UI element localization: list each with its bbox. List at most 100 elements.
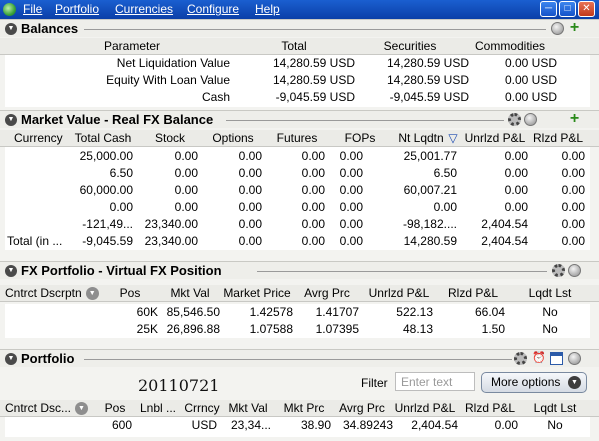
table-row[interactable]: 60,000.00 0.00 0.00 0.00 0.00 60,007.21 0.00 0.… — [5, 182, 590, 199]
col-header-securities[interactable]: Securities — [370, 38, 450, 55]
window-icon[interactable] — [550, 352, 563, 365]
col-header-fops[interactable]: FOPs — [332, 130, 388, 147]
table-row[interactable]: 0.00 0.00 0.00 0.00 0.00 0.00 0.00 0.00 — [5, 199, 590, 216]
cell-rlzd-pl: 0.00 — [561, 183, 585, 197]
col-header-contract-description[interactable]: Cntrct Dsc... ▼ — [5, 400, 101, 417]
col-header-lnbl[interactable]: Lnbl ... — [136, 400, 180, 417]
add-plus-icon[interactable]: + — [568, 20, 581, 36]
table-row[interactable]: 60K 85,546.50 1.42578 1.41707 522.13 66.04 No — [5, 304, 590, 321]
cell-securities: 14,280.59 USD — [386, 56, 469, 70]
cell-rlzd-pl: 0.00 — [561, 200, 585, 214]
menu-currencies[interactable]: Currencies — [115, 2, 173, 16]
alarm-clock-icon[interactable]: ⏰ — [532, 352, 546, 365]
cell-unrlzd-pl: 2,404.54 — [411, 418, 458, 432]
cell-rlzd-pl: 1.50 — [481, 322, 505, 336]
menu-portfolio[interactable]: Portfolio — [55, 2, 99, 16]
cell-options: 0.00 — [238, 166, 262, 180]
col-header-currency[interactable]: Crrncy — [180, 400, 224, 417]
table-row[interactable]: -121,49... 23,340.00 0.00 0.00 0.00 -98,182..… — [5, 216, 590, 233]
menu-configure[interactable]: Configure — [187, 2, 239, 16]
cell-pos: 600 — [111, 418, 132, 432]
col-header-mkt-val[interactable]: Mkt Val — [224, 400, 272, 417]
minimize-button[interactable]: ─ — [540, 1, 557, 17]
filter-input[interactable] — [395, 372, 475, 391]
col-header-futures[interactable]: Futures — [268, 130, 326, 147]
col-header-total[interactable]: Total — [254, 38, 334, 55]
table-row[interactable]: 25,000.00 0.00 0.00 0.00 0.00 25,001.77 0.00 0.… — [5, 148, 590, 165]
more-options-button[interactable]: More options ▼ — [481, 372, 587, 393]
cell-currency: Total (in ... — [7, 234, 63, 248]
gear-icon[interactable] — [552, 264, 565, 277]
col-header-currency[interactable]: Currency — [14, 130, 74, 147]
table-row[interactable]: Total (in ... -9,045.59 23,340.00 0.00 0.00 0… — [5, 233, 590, 250]
table-row[interactable]: Cash -9,045.59 USD -9,045.59 USD 0.00 USD — [5, 89, 590, 106]
col-header-unrlzd-pl[interactable]: Unrlzd P&L — [460, 130, 530, 147]
cell-parameter: Cash — [201, 90, 230, 104]
menu-help[interactable]: Help — [255, 2, 280, 16]
col-header-rlzd-pl[interactable]: Rlzd P&L — [440, 285, 506, 302]
market-value-header: ▼ Market Value - Real FX Balance + — [0, 110, 599, 128]
col-header-rlzd-pl[interactable]: Rlzd P&L — [460, 400, 520, 417]
divider — [226, 120, 504, 121]
col-header-avrg-prc[interactable]: Avrg Prc — [334, 400, 390, 417]
col-header-market-price[interactable]: Market Price — [220, 285, 294, 302]
add-plus-icon[interactable]: + — [568, 111, 581, 127]
col-header-commodities[interactable]: Commodities — [465, 38, 555, 55]
sort-indicator-icon[interactable]: ▽ — [446, 130, 460, 147]
table-row[interactable]: Net Liquidation Value 14,280.59 USD 14,280… — [5, 55, 590, 72]
settings-circle-icon[interactable] — [568, 352, 581, 365]
collapse-portfolio-icon[interactable]: ▼ — [5, 353, 17, 365]
maximize-button[interactable]: □ — [559, 1, 576, 17]
col-header-pos[interactable]: Pos — [98, 400, 132, 417]
col-header-total-cash[interactable]: Total Cash — [70, 130, 136, 147]
col-header-stock[interactable]: Stock — [142, 130, 198, 147]
fx-portfolio-table-header: Cntrct Dscrptn ▼ Pos Mkt Val Market Price… — [0, 285, 599, 302]
cell-currency — [7, 165, 69, 182]
col-header-lqdt-lst[interactable]: Lqdt Lst — [528, 400, 582, 417]
cell-total: 14,280.59 USD — [272, 73, 355, 87]
cell-currency — [7, 148, 69, 165]
cell-fops: 0.00 — [339, 166, 363, 180]
col-header-unrlzd-pl[interactable]: Unrlzd P&L — [392, 400, 458, 417]
col-header-pos[interactable]: Pos — [110, 285, 150, 302]
cell-total-cash: -121,49... — [82, 217, 133, 231]
portfolio-title: Portfolio — [21, 351, 78, 366]
col-header-rlzd-pl[interactable]: Rlzd P&L — [528, 130, 588, 147]
col-header-mkt-prc[interactable]: Mkt Prc — [278, 400, 330, 417]
col-header-nt-lqdtn[interactable]: Nt Lqdtn — [396, 130, 446, 147]
cell-avrg-prc: 34.89243 — [342, 418, 393, 432]
cell-market-price: 1.42578 — [249, 305, 293, 319]
collapse-fx-portfolio-icon[interactable]: ▼ — [5, 265, 17, 277]
close-button[interactable]: ✕ — [578, 1, 595, 17]
cell-contract-description — [5, 417, 95, 434]
divider — [257, 271, 547, 272]
collapse-market-value-icon[interactable]: ▼ — [5, 114, 17, 126]
cell-market-price: 1.07588 — [249, 322, 293, 336]
col-header-avrg-prc[interactable]: Avrg Prc — [296, 285, 358, 302]
table-row[interactable]: Equity With Loan Value 14,280.59 USD 14,28… — [5, 72, 590, 89]
chevron-down-icon[interactable]: ▼ — [85, 287, 99, 301]
col-header-parameter[interactable]: Parameter — [64, 38, 200, 55]
collapse-balances-icon[interactable]: ▼ — [5, 23, 17, 35]
col-header-options[interactable]: Options — [204, 130, 262, 147]
settings-circle-icon[interactable] — [551, 22, 564, 35]
col-header-lqdt-lst[interactable]: Lqdt Lst — [520, 285, 580, 302]
table-row[interactable]: 6.50 0.00 0.00 0.00 0.00 6.50 0.00 0.00 — [5, 165, 590, 182]
table-row[interactable]: 25K 26,896.88 1.07588 1.07395 48.13 1.50 No — [5, 321, 590, 338]
app-logo-icon — [3, 3, 16, 16]
table-row[interactable]: 600 USD 23,34... 38.90 34.89243 2,404.54 0.00 N… — [5, 417, 590, 434]
cell-rlzd-pl: 0.00 — [561, 149, 585, 163]
gear-icon[interactable] — [514, 352, 527, 365]
col-header-mkt-val[interactable]: Mkt Val — [160, 285, 220, 302]
cell-contract-description — [5, 304, 95, 321]
gear-icon[interactable] — [508, 113, 521, 126]
chevron-down-icon[interactable]: ▼ — [75, 402, 89, 416]
menu-file[interactable]: File — [23, 2, 42, 16]
settings-circle-icon[interactable] — [524, 113, 537, 126]
col-header-contract-description[interactable]: Cntrct Dscrptn ▼ — [5, 285, 105, 302]
cell-rlzd-pl: 0.00 — [561, 234, 585, 248]
col-header-unrlzd-pl[interactable]: Unrlzd P&L — [362, 285, 436, 302]
cell-total-cash: 0.00 — [109, 200, 133, 214]
balances-header: ▼ Balances + — [0, 19, 599, 37]
settings-circle-icon[interactable] — [568, 264, 581, 277]
